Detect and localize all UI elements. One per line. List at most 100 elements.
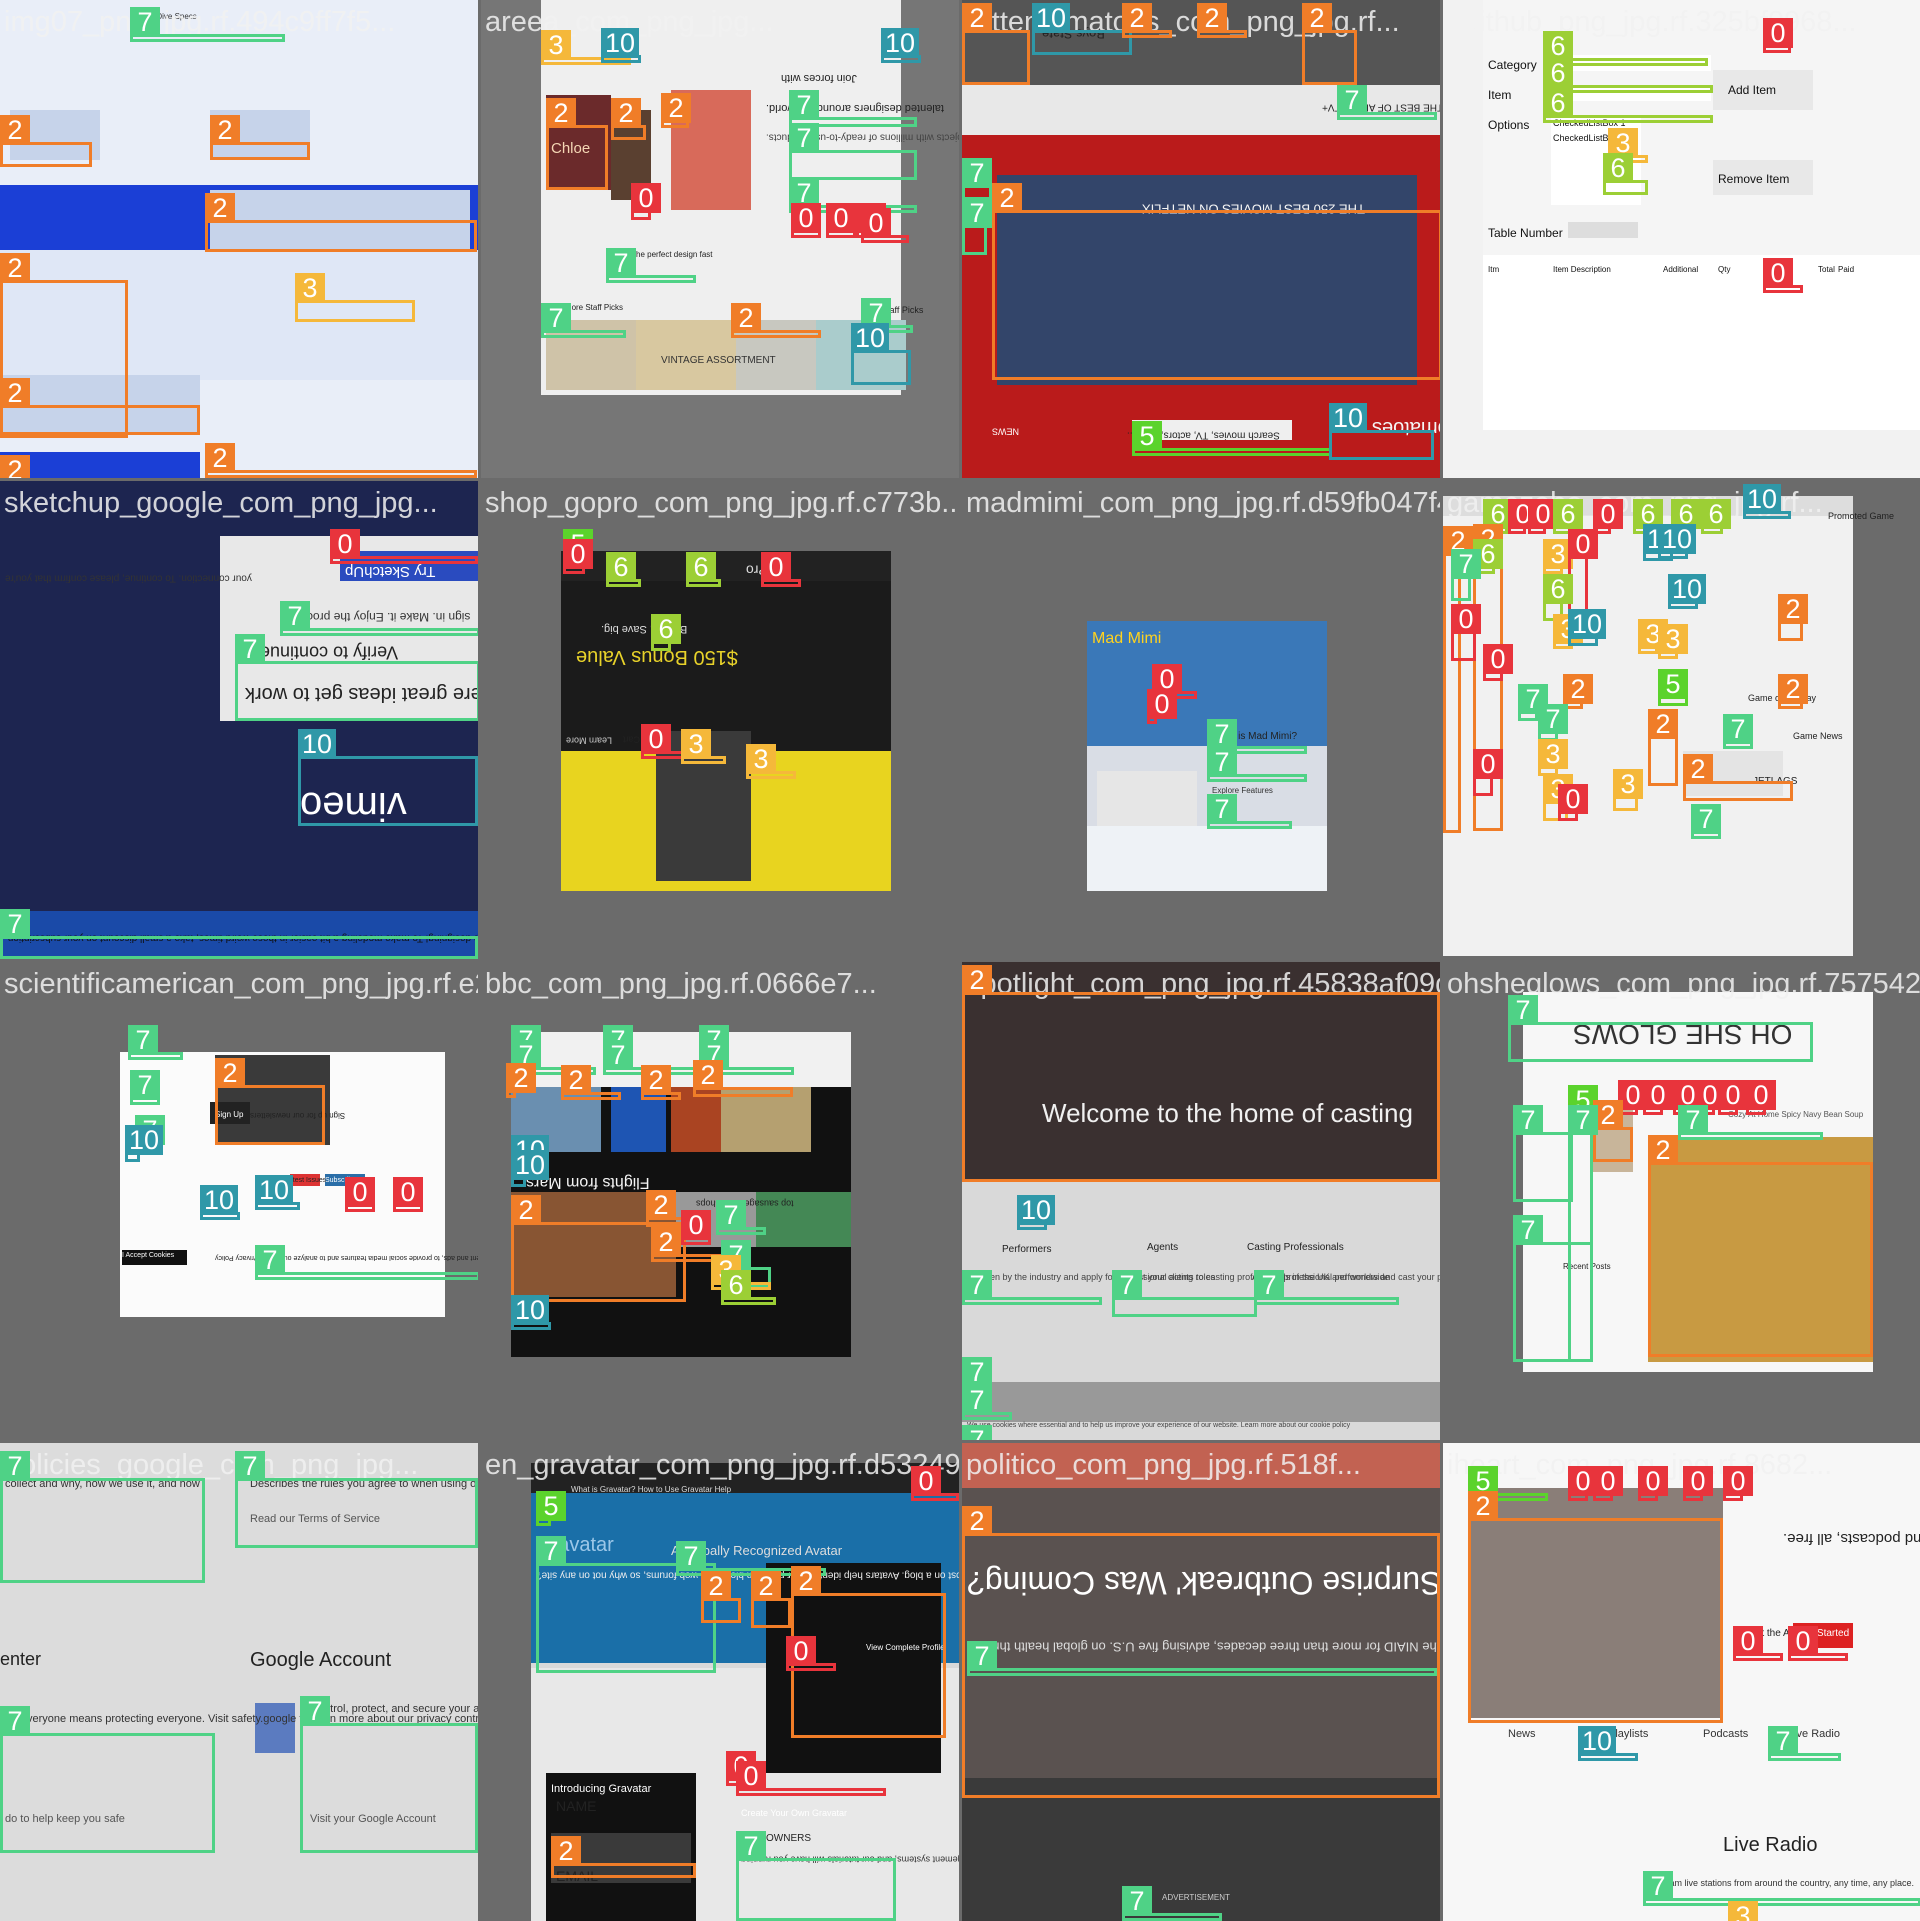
annotation-class-tag: 0	[1746, 1080, 1776, 1110]
annotation-class-tag: 0	[1763, 258, 1793, 288]
annotation-class-tag: 6	[1543, 31, 1573, 61]
tile-filename: sketchup_google_com_png_jpg...	[4, 487, 438, 519]
annotation-box: 7	[962, 1270, 1102, 1305]
annotation-box: 2	[962, 965, 1440, 1182]
screenshot-text: Introducing Gravatar	[551, 1783, 652, 1795]
annotation-box: 0	[1683, 1466, 1713, 1501]
screenshot-text: Casting Professionals	[1247, 1242, 1344, 1253]
annotation-class-tag: 2	[205, 443, 235, 473]
annotation-class-tag: 7	[1538, 704, 1568, 734]
annotation-class-tag: 0	[393, 1177, 423, 1207]
annotation-class-tag: 10	[851, 323, 890, 353]
annotation-class-tag: 3	[1538, 739, 1568, 769]
image-block	[255, 1703, 295, 1753]
screenshot-tile: Search movies, TV, actors, more... THE BE…	[962, 0, 1440, 478]
annotation-box: 7	[235, 634, 478, 721]
annotation-box: 0	[761, 552, 801, 587]
annotation-class-tag: 10	[1017, 1195, 1056, 1225]
annotation-class-tag: 2	[561, 1065, 591, 1095]
screenshot-tile: Category Item Options CheckedListBox 1 Check…	[1443, 0, 1920, 478]
annotation-class-tag: 2	[205, 193, 235, 223]
annotation-class-tag: 7	[1678, 1105, 1708, 1135]
annotation-box: 0	[1718, 1080, 1748, 1115]
annotation-box: 7	[967, 1641, 1437, 1676]
annotation-class-tag: 7	[1254, 1270, 1284, 1300]
annotation-box: 6	[1543, 88, 1713, 123]
annotation-box: 7	[128, 1025, 183, 1060]
annotation-class-tag: 7	[1723, 714, 1753, 744]
annotation-class-tag: 0	[1643, 1080, 1673, 1110]
annotation-class-tag: 7	[716, 1200, 746, 1230]
annotation-class-tag: 10	[511, 1150, 550, 1180]
annotation-box: 7	[1568, 1105, 1598, 1362]
screenshot-text: Options	[1488, 118, 1530, 132]
annotation-box: 7	[1723, 714, 1753, 749]
annotation-class-tag: 10	[1032, 3, 1071, 33]
screenshot-text: Table Number	[1488, 226, 1563, 240]
annotation-class-tag: 10	[601, 28, 640, 58]
annotation-box: 7	[235, 1451, 478, 1548]
annotation-box: 2	[205, 443, 477, 478]
annotation-class-tag: 2	[215, 1058, 245, 1088]
annotation-class-tag: 7	[130, 1070, 160, 1100]
annotation-box: 10	[1032, 3, 1132, 55]
screenshot-text: Item Description	[1553, 265, 1611, 274]
annotation-box: 2	[551, 1836, 696, 1878]
annotation-class-tag: 7	[736, 1831, 766, 1861]
annotation-class-tag: 2	[506, 1063, 536, 1093]
screenshot-text: Google Account	[250, 1649, 392, 1671]
annotation-class-tag: 6	[1543, 58, 1573, 88]
annotation-box: 5	[1658, 669, 1688, 706]
annotation-class-tag: 7	[962, 1357, 992, 1387]
annotation-class-tag: 6	[1603, 153, 1633, 183]
annotation-box: 7	[541, 303, 626, 338]
annotation-box: 0	[1746, 1080, 1776, 1115]
annotation-box: 2	[701, 1571, 741, 1623]
annotation-class-tag: 0	[1593, 499, 1623, 529]
screenshot-tile: Join forces with talented designers aroun…	[481, 0, 959, 478]
annotation-box: 7	[1513, 1105, 1573, 1202]
annotation-box: 7	[0, 1706, 215, 1853]
annotation-class-tag: 5	[536, 1491, 566, 1521]
annotation-class-tag: 7	[789, 90, 819, 120]
annotation-box: 3	[1613, 769, 1643, 811]
screenshot-text: Qty	[1718, 265, 1731, 274]
annotation-box: 5	[1132, 421, 1332, 456]
annotation-class-tag: 2	[962, 965, 992, 995]
annotation-class-tag: 2	[0, 455, 30, 478]
screenshot-text: Game News	[1793, 731, 1843, 741]
annotation-box: 10	[1017, 1195, 1056, 1230]
annotation-class-tag: 2	[731, 303, 761, 333]
screenshot-text: Stream live stations from around the cou…	[1653, 1878, 1914, 1888]
screenshot-tile: OH SHE GLOWS Cozy At Home Spicy Navy Bean…	[1443, 962, 1920, 1440]
annotation-class-tag: 2	[1648, 709, 1678, 739]
annotation-box: 7	[1768, 1726, 1841, 1761]
image-block	[1483, 255, 1920, 430]
annotation-class-tag: 10	[511, 1295, 550, 1325]
annotation-class-tag: 7	[603, 1040, 633, 1070]
annotation-class-tag: 7	[606, 248, 636, 278]
annotation-box: 2	[506, 1063, 536, 1098]
annotation-box: 7	[1691, 804, 1721, 839]
annotation-class-tag: 7	[1207, 747, 1237, 777]
annotation-box: 7	[1207, 747, 1307, 782]
annotation-class-tag: 2	[962, 3, 992, 33]
annotation-class-tag: 2	[0, 378, 30, 408]
screenshot-text: I Accept Cookies	[122, 1252, 175, 1259]
annotation-class-tag: 7	[1513, 1105, 1543, 1135]
screenshot-text: Item	[1488, 88, 1512, 102]
annotation-box: 0	[786, 1636, 836, 1671]
annotation-class-tag: 2	[751, 1571, 781, 1601]
tile-filename: en_gravatar_com_png_jpg.rf.d53249e8...	[485, 1449, 959, 1481]
annotation-class-tag: 7	[1513, 1215, 1543, 1245]
annotation-class-tag: 0	[330, 529, 360, 559]
annotation-class-tag: 0	[631, 183, 661, 213]
tile-filename: madmimi_com_png_jpg.rf.d59fb047f4e5d15..…	[966, 487, 1440, 519]
annotation-box: 7	[0, 909, 478, 959]
annotation-class-tag: 0	[761, 552, 791, 582]
annotation-class-tag: 7	[1207, 719, 1237, 749]
annotation-box: 0	[1528, 499, 1558, 534]
annotation-class-tag: 0	[345, 1177, 375, 1207]
annotation-box: 0	[911, 1466, 959, 1501]
annotation-class-tag: 2	[701, 1571, 731, 1601]
